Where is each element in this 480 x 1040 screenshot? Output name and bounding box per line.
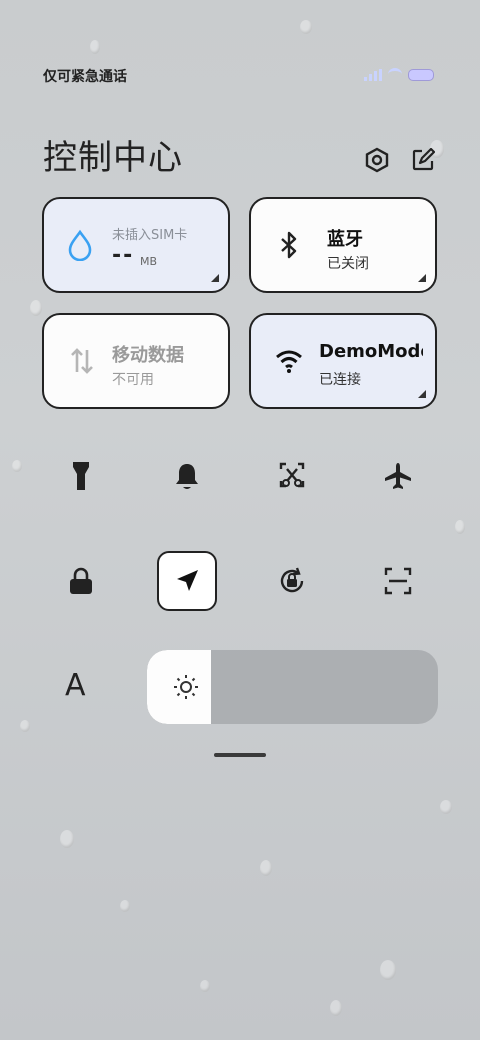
lock-screen-toggle[interactable]: [57, 557, 105, 605]
expand-corner-icon: [418, 274, 426, 282]
font-size-button[interactable]: A: [65, 668, 86, 703]
expand-corner-icon: [418, 390, 426, 398]
edit-icon: [412, 148, 435, 171]
sun-icon: [174, 675, 198, 699]
sim-status-label: 未插入SIM卡: [112, 228, 188, 243]
edit-button[interactable]: [409, 146, 437, 174]
data-usage-unit: MB: [140, 255, 158, 268]
bluetooth-title: 蓝牙: [327, 229, 363, 250]
water-drop-icon: [64, 229, 96, 261]
bluetooth-icon: [273, 229, 305, 261]
status-icons: [364, 68, 434, 81]
wifi-status: 已连接: [319, 372, 361, 388]
silent-toggle[interactable]: [163, 452, 211, 500]
lock-icon: [70, 567, 92, 594]
data-arrows-icon: [66, 345, 98, 377]
rotation-lock-toggle[interactable]: [268, 557, 316, 605]
wifi-tile[interactable]: DemoMode 已连接: [249, 313, 437, 409]
bluetooth-status: 已关闭: [327, 256, 369, 272]
drag-handle[interactable]: [214, 753, 266, 757]
screenshot-toggle[interactable]: [268, 452, 316, 500]
location-toggle[interactable]: [157, 551, 217, 611]
location-arrow-icon: [177, 570, 198, 591]
scan-icon: [384, 567, 412, 595]
data-usage-tile[interactable]: 未插入SIM卡 -- MB: [42, 197, 230, 293]
status-carrier-text: 仅可紧急通话: [43, 69, 127, 85]
rotation-lock-icon: [280, 567, 304, 593]
airplane-icon: [385, 463, 411, 489]
scan-toggle[interactable]: [374, 557, 422, 605]
battery-icon: [408, 68, 434, 81]
flashlight-icon: [73, 462, 89, 490]
airplane-toggle[interactable]: [374, 452, 422, 500]
wifi-icon: [273, 345, 305, 377]
brightness-slider[interactable]: [147, 650, 438, 724]
screenshot-icon: [279, 462, 305, 488]
page-title: 控制中心: [43, 138, 183, 178]
signal-icon: [364, 68, 382, 81]
expand-corner-icon: [211, 274, 219, 282]
flashlight-toggle[interactable]: [57, 452, 105, 500]
wifi-status-icon: [388, 68, 402, 81]
settings-button[interactable]: [363, 146, 391, 174]
wifi-title: DemoMode: [319, 341, 423, 362]
bell-icon: [176, 464, 198, 489]
bluetooth-tile[interactable]: 蓝牙 已关闭: [249, 197, 437, 293]
settings-hex-icon: [365, 147, 389, 173]
mobile-data-tile[interactable]: 移动数据 不可用: [42, 313, 230, 409]
mobile-data-status: 不可用: [112, 372, 154, 388]
mobile-data-title: 移动数据: [112, 345, 184, 366]
data-usage-value: --: [112, 243, 135, 268]
